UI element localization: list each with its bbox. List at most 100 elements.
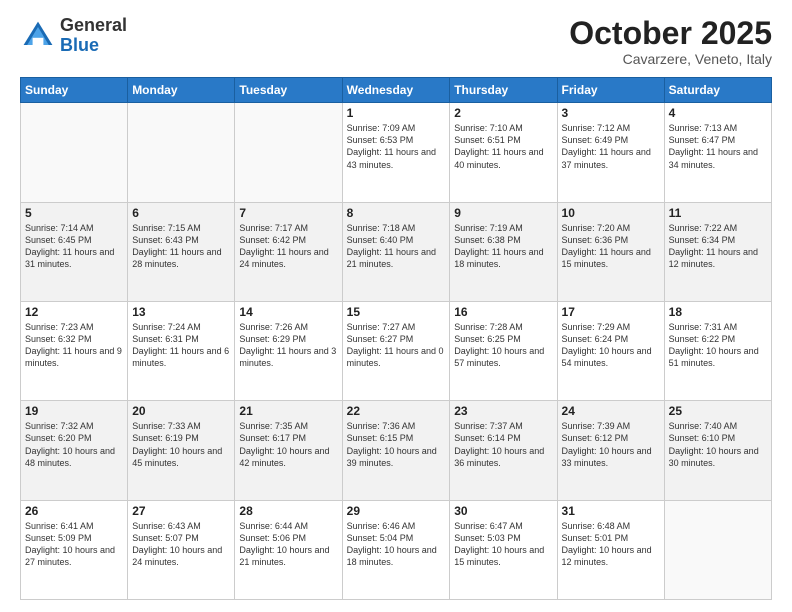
- day-number: 7: [239, 206, 337, 220]
- day-number: 25: [669, 404, 767, 418]
- calendar-cell: 3Sunrise: 7:12 AMSunset: 6:49 PMDaylight…: [557, 103, 664, 202]
- calendar-cell: 15 Sunrise: 7:27 AMSunset: 6:27 PMDayligh…: [342, 301, 450, 400]
- day-info: Sunrise: 6:41 AMSunset: 5:09 PMDaylight:…: [25, 521, 115, 567]
- day-number: 4: [669, 106, 767, 120]
- day-info: Sunrise: 7:27 AMSunset: 6:27 PMDaylight:…: [347, 322, 444, 368]
- day-info: Sunrise: 7:33 AMSunset: 6:19 PMDaylight:…: [132, 421, 222, 467]
- day-number: 31: [562, 504, 660, 518]
- calendar-cell: 16 Sunrise: 7:28 AMSunset: 6:25 PMDayligh…: [450, 301, 557, 400]
- col-saturday: Saturday: [664, 78, 771, 103]
- day-info: Sunrise: 7:29 AMSunset: 6:24 PMDaylight:…: [562, 322, 652, 368]
- calendar-cell: 25 Sunrise: 7:40 AMSunset: 6:10 PMDayligh…: [664, 401, 771, 500]
- day-number: 1: [347, 106, 446, 120]
- day-number: 18: [669, 305, 767, 319]
- day-number: 8: [347, 206, 446, 220]
- day-number: 30: [454, 504, 552, 518]
- day-number: 20: [132, 404, 230, 418]
- header: General Blue October 2025 Cavarzere, Ven…: [20, 16, 772, 67]
- calendar-cell: 30 Sunrise: 6:47 AMSunset: 5:03 PMDayligh…: [450, 500, 557, 599]
- calendar-cell: 14 Sunrise: 7:26 AMSunset: 6:29 PMDayligh…: [235, 301, 342, 400]
- logo-blue: Blue: [60, 36, 127, 56]
- calendar-cell: 17 Sunrise: 7:29 AMSunset: 6:24 PMDayligh…: [557, 301, 664, 400]
- day-info: Sunrise: 7:28 AMSunset: 6:25 PMDaylight:…: [454, 322, 544, 368]
- calendar-cell: 22 Sunrise: 7:36 AMSunset: 6:15 PMDayligh…: [342, 401, 450, 500]
- day-number: 13: [132, 305, 230, 319]
- day-info: Sunrise: 6:47 AMSunset: 5:03 PMDaylight:…: [454, 521, 544, 567]
- day-number: 22: [347, 404, 446, 418]
- day-number: 11: [669, 206, 767, 220]
- day-number: 26: [25, 504, 123, 518]
- logo-general: General: [60, 16, 127, 36]
- day-number: 9: [454, 206, 552, 220]
- calendar-cell: 13Sunrise: 7:24 AMSunset: 6:31 PMDayligh…: [128, 301, 235, 400]
- day-info: Sunrise: 6:43 AMSunset: 5:07 PMDaylight:…: [132, 521, 222, 567]
- day-info: Sunrise: 7:31 AMSunset: 6:22 PMDaylight:…: [669, 322, 759, 368]
- day-info: Sunrise: 7:36 AMSunset: 6:15 PMDaylight:…: [347, 421, 437, 467]
- calendar-cell: 4 Sunrise: 7:13 AMSunset: 6:47 PMDaylight…: [664, 103, 771, 202]
- day-info: Sunrise: 7:32 AMSunset: 6:20 PMDaylight:…: [25, 421, 115, 467]
- calendar-cell: 29Sunrise: 6:46 AMSunset: 5:04 PMDayligh…: [342, 500, 450, 599]
- location: Cavarzere, Veneto, Italy: [569, 51, 772, 67]
- calendar-cell: 10 Sunrise: 7:20 AMSunset: 6:36 PMDayligh…: [557, 202, 664, 301]
- day-number: 16: [454, 305, 552, 319]
- day-number: 14: [239, 305, 337, 319]
- logo: General Blue: [20, 16, 127, 56]
- day-info: Sunrise: 7:20 AMSunset: 6:36 PMDaylight:…: [562, 223, 651, 269]
- calendar-cell: 19Sunrise: 7:32 AMSunset: 6:20 PMDayligh…: [21, 401, 128, 500]
- day-info: Sunrise: 7:13 AMSunset: 6:47 PMDaylight:…: [669, 123, 758, 169]
- day-number: 15: [347, 305, 446, 319]
- col-wednesday: Wednesday: [342, 78, 450, 103]
- day-info: Sunrise: 7:14 AMSunset: 6:45 PMDaylight:…: [25, 223, 114, 269]
- calendar-cell: 20 Sunrise: 7:33 AMSunset: 6:19 PMDayligh…: [128, 401, 235, 500]
- day-info: Sunrise: 6:48 AMSunset: 5:01 PMDaylight:…: [562, 521, 652, 567]
- calendar-week-0: 1Sunrise: 7:09 AMSunset: 6:53 PMDaylight…: [21, 103, 772, 202]
- day-number: 17: [562, 305, 660, 319]
- calendar-cell: 7 Sunrise: 7:17 AMSunset: 6:42 PMDaylight…: [235, 202, 342, 301]
- day-info: Sunrise: 7:35 AMSunset: 6:17 PMDaylight:…: [239, 421, 329, 467]
- day-info: Sunrise: 6:44 AMSunset: 5:06 PMDaylight:…: [239, 521, 329, 567]
- calendar-week-3: 19Sunrise: 7:32 AMSunset: 6:20 PMDayligh…: [21, 401, 772, 500]
- day-info: Sunrise: 7:12 AMSunset: 6:49 PMDaylight:…: [562, 123, 651, 169]
- logo-text: General Blue: [60, 16, 127, 56]
- calendar-cell: 8 Sunrise: 7:18 AMSunset: 6:40 PMDaylight…: [342, 202, 450, 301]
- col-tuesday: Tuesday: [235, 78, 342, 103]
- col-monday: Monday: [128, 78, 235, 103]
- day-info: Sunrise: 7:19 AMSunset: 6:38 PMDaylight:…: [454, 223, 543, 269]
- day-info: Sunrise: 7:17 AMSunset: 6:42 PMDaylight:…: [239, 223, 328, 269]
- day-info: Sunrise: 7:15 AMSunset: 6:43 PMDaylight:…: [132, 223, 221, 269]
- day-info: Sunrise: 7:18 AMSunset: 6:40 PMDaylight:…: [347, 223, 436, 269]
- calendar-week-2: 12Sunrise: 7:23 AMSunset: 6:32 PMDayligh…: [21, 301, 772, 400]
- day-info: Sunrise: 7:22 AMSunset: 6:34 PMDaylight:…: [669, 223, 758, 269]
- day-number: 27: [132, 504, 230, 518]
- month-title: October 2025: [569, 16, 772, 51]
- day-number: 2: [454, 106, 552, 120]
- day-info: Sunrise: 7:26 AMSunset: 6:29 PMDaylight:…: [239, 322, 336, 368]
- logo-icon: [20, 18, 56, 54]
- day-info: Sunrise: 7:37 AMSunset: 6:14 PMDaylight:…: [454, 421, 544, 467]
- calendar-week-4: 26 Sunrise: 6:41 AMSunset: 5:09 PMDayligh…: [21, 500, 772, 599]
- day-info: Sunrise: 7:40 AMSunset: 6:10 PMDaylight:…: [669, 421, 759, 467]
- calendar: Sunday Monday Tuesday Wednesday Thursday…: [20, 77, 772, 600]
- day-number: 10: [562, 206, 660, 220]
- calendar-cell: 9 Sunrise: 7:19 AMSunset: 6:38 PMDaylight…: [450, 202, 557, 301]
- calendar-week-1: 5 Sunrise: 7:14 AMSunset: 6:45 PMDaylight…: [21, 202, 772, 301]
- calendar-cell: 21Sunrise: 7:35 AMSunset: 6:17 PMDayligh…: [235, 401, 342, 500]
- col-sunday: Sunday: [21, 78, 128, 103]
- day-info: Sunrise: 7:23 AMSunset: 6:32 PMDaylight:…: [25, 322, 122, 368]
- calendar-cell: 27 Sunrise: 6:43 AMSunset: 5:07 PMDayligh…: [128, 500, 235, 599]
- calendar-cell: 12Sunrise: 7:23 AMSunset: 6:32 PMDayligh…: [21, 301, 128, 400]
- calendar-cell: 26 Sunrise: 6:41 AMSunset: 5:09 PMDayligh…: [21, 500, 128, 599]
- day-number: 5: [25, 206, 123, 220]
- page: General Blue October 2025 Cavarzere, Ven…: [0, 0, 792, 612]
- calendar-cell: 28 Sunrise: 6:44 AMSunset: 5:06 PMDayligh…: [235, 500, 342, 599]
- calendar-cell: [21, 103, 128, 202]
- day-number: 28: [239, 504, 337, 518]
- calendar-header-row: Sunday Monday Tuesday Wednesday Thursday…: [21, 78, 772, 103]
- calendar-cell: 31 Sunrise: 6:48 AMSunset: 5:01 PMDayligh…: [557, 500, 664, 599]
- day-info: Sunrise: 7:10 AMSunset: 6:51 PMDaylight:…: [454, 123, 543, 169]
- calendar-cell: 24Sunrise: 7:39 AMSunset: 6:12 PMDayligh…: [557, 401, 664, 500]
- col-thursday: Thursday: [450, 78, 557, 103]
- calendar-cell: 2 Sunrise: 7:10 AMSunset: 6:51 PMDaylight…: [450, 103, 557, 202]
- calendar-cell: 23Sunrise: 7:37 AMSunset: 6:14 PMDayligh…: [450, 401, 557, 500]
- day-number: 6: [132, 206, 230, 220]
